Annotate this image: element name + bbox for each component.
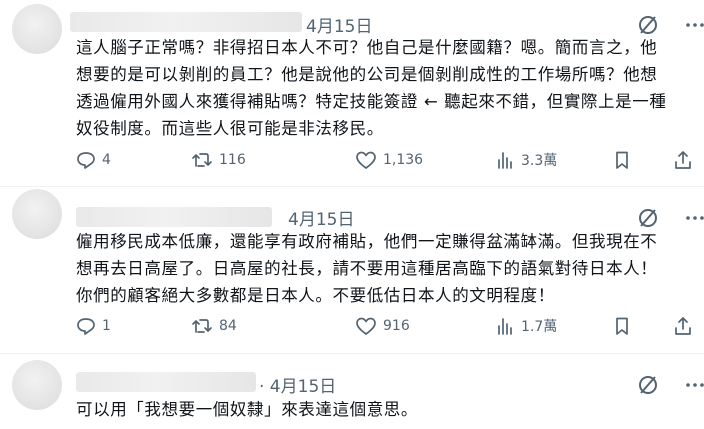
like-button[interactable]: 916 [355,316,410,336]
comment-text: 可以用「我想要一個奴隸」來表達這個意思。 [76,400,418,419]
comment-post: 4月15日 僱用移民成本低廉，還能享有政府補貼，他們一定賺得盆滿缽滿。但我現在不… [0,187,704,354]
post-date[interactable]: 4月15日 [288,205,354,230]
comment-text: 僱用移民成本低廉，還能享有政府補貼，他們一定賺得盆滿缽滿。但我現在不 想再去日高… [76,232,658,305]
reply-icon [77,152,95,169]
repost-button[interactable]: 116 [191,150,246,170]
blurred-username[interactable] [76,207,272,227]
repost-icon [192,153,212,167]
blurred-username[interactable] [76,372,256,392]
heart-icon [356,151,376,169]
bookmark-icon [616,151,628,169]
action-bar: 4 116 1,136 3.3萬 [0,150,704,174]
share-icon [675,151,691,169]
reply-icon [77,318,95,335]
view-count: 3.3萬 [521,153,558,169]
repost-icon [192,319,212,333]
action-bar: 1 84 916 1.7萬 [0,316,704,340]
repost-button[interactable]: 84 [191,316,237,336]
comment-post: 4月15日 這人腦子正常嗎？非得招日本人不可？他自己是什麼國籍？嗯。簡而言之，他… [0,0,704,187]
reply-count: 4 [102,152,111,168]
bookmark-button[interactable] [612,316,632,336]
comment-post: · 4月15日 可以用「我想要一個奴隸」來表達這個意思。 [0,354,704,429]
reply-button[interactable]: 4 [76,150,111,170]
avatar[interactable] [12,4,62,54]
views-icon [498,318,512,335]
like-count: 1,136 [383,152,424,168]
views-button[interactable]: 3.3萬 [495,150,557,170]
repost-count: 116 [219,152,246,168]
views-icon [498,152,512,169]
avatar[interactable] [12,360,62,410]
share-button[interactable] [673,316,693,336]
heart-icon [356,317,376,335]
reply-count: 1 [102,318,111,334]
avatar[interactable] [12,189,62,239]
post-date[interactable]: · 4月15日 [259,372,336,397]
share-icon [675,317,691,335]
blurred-username[interactable] [70,12,302,32]
comment-text: 這人腦子正常嗎？非得招日本人不可？他自己是什麼國籍？嗯。簡而言之，他 想要的是可… [76,38,667,138]
share-button[interactable] [673,150,693,170]
like-button[interactable]: 1,136 [355,150,423,170]
reply-button[interactable]: 1 [76,316,111,336]
repost-count: 84 [219,318,237,334]
bookmark-button[interactable] [612,150,632,170]
like-count: 916 [383,318,410,334]
bookmark-icon [616,317,628,335]
views-button[interactable]: 1.7萬 [495,316,557,336]
view-count: 1.7萬 [521,319,558,335]
